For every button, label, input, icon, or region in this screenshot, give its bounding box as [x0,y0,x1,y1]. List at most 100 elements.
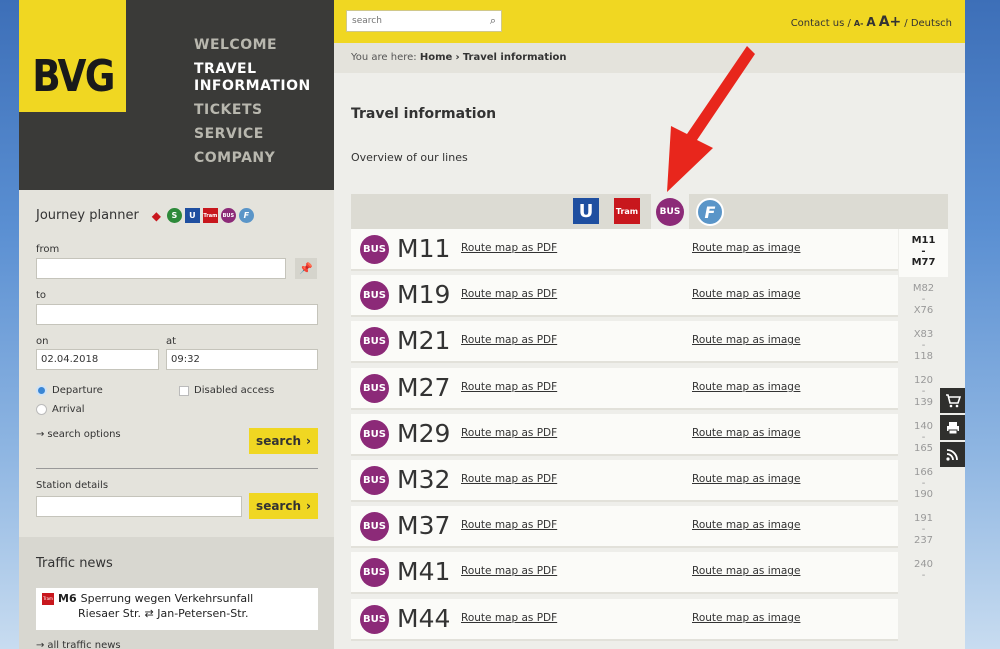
line-row: BUS M41 Route map as PDF Route map as image [351,552,898,595]
tab-ferry[interactable]: F [696,198,724,226]
rss-icon[interactable] [940,442,965,467]
line-row: BUS M29 Route map as PDF Route map as image [351,413,898,456]
route-pdf-link[interactable]: Route map as PDF [461,612,557,624]
journey-search-label: search [256,434,301,448]
contact-link[interactable]: Contact us / [791,18,851,29]
range-separator: - [921,524,926,535]
route-pdf-link[interactable]: Route map as PDF [461,565,557,577]
nav-service[interactable]: SERVICE [194,126,304,143]
bus-badge-icon: BUS [360,465,389,495]
line-name: M37 [397,511,451,541]
bus-badge-icon: BUS [360,373,389,403]
range-item[interactable]: 191-237 [899,507,948,553]
route-pdf-link[interactable]: Route map as PDF [461,288,557,300]
range-separator: - [921,246,926,257]
page-title: Travel information [351,106,497,122]
route-image-link[interactable]: Route map as image [692,381,800,393]
print-icon[interactable] [940,415,965,440]
site-search: ⌕ [346,10,502,32]
bus-badge-icon: BUS [360,419,389,449]
range-separator: - [921,340,926,351]
search-options-link[interactable]: → search options [36,429,121,440]
range-from: 120 [913,375,934,386]
at-label: at [166,336,177,347]
station-details-label: Station details [36,480,109,491]
bus-badge-icon: BUS [360,281,389,311]
line-name: M27 [397,372,451,402]
line-name: M41 [397,557,451,587]
on-label: on [36,336,49,347]
bvg-logo[interactable]: BVG [19,0,126,112]
route-image-link[interactable]: Route map as image [692,427,800,439]
route-image-link[interactable]: Route map as image [692,565,800,577]
station-search-label: search [256,499,301,513]
mode-icons: ◆ S U Tram BUS F [149,208,254,223]
radio-unchecked-icon [36,404,47,415]
from-input[interactable] [36,258,286,279]
route-image-link[interactable]: Route map as image [692,334,800,346]
range-to: 237 [913,535,934,546]
range-separator: - [921,478,926,489]
departure-radio[interactable]: Departure [36,385,103,396]
tram-icon: Tram [202,208,218,223]
arrival-radio[interactable]: Arrival [36,404,85,415]
tab-tram[interactable]: Tram [614,198,640,224]
route-pdf-link[interactable]: Route map as PDF [461,381,557,393]
journey-search-button[interactable]: search › [249,428,318,454]
date-input[interactable] [36,349,159,370]
pin-icon[interactable]: 📌 [295,258,317,279]
language-link[interactable]: / Deutsch [904,18,952,29]
u-bahn-icon: U [184,208,200,223]
route-pdf-link[interactable]: Route map as PDF [461,334,557,346]
top-bar: ⌕ Contact us / A- A A+ / Deutsch [334,0,965,43]
page: BVG WELCOME TRAVEL INFORMATION TICKETS S… [19,0,965,649]
breadcrumb-current: Travel information [462,52,567,63]
traffic-news-item[interactable]: Tram M6 Sperrung wegen Verkehrsunfall Ri… [36,588,318,630]
font-size-small[interactable]: A- [854,19,864,28]
line-row: BUS M37 Route map as PDF Route map as image [351,506,898,549]
station-search-button[interactable]: search › [249,493,318,519]
range-item[interactable]: 240- [899,553,948,599]
bus-badge-icon: BUS [360,235,389,264]
route-pdf-link[interactable]: Route map as PDF [461,519,557,531]
route-pdf-link[interactable]: Route map as PDF [461,427,557,439]
font-size-large[interactable]: A+ [879,14,902,30]
breadcrumb-home[interactable]: Home [420,52,452,63]
nav-tickets[interactable]: TICKETS [194,102,304,119]
line-name: M29 [397,418,451,448]
tab-u-bahn[interactable]: U [573,198,599,224]
disabled-access-checkbox[interactable]: Disabled access [179,385,274,396]
search-icon[interactable]: ⌕ [490,14,496,28]
nav-company[interactable]: COMPANY [194,150,304,167]
site-search-input[interactable] [352,16,478,26]
route-pdf-link[interactable]: Route map as PDF [461,473,557,485]
nav-travel-information[interactable]: TRAVEL INFORMATION [194,61,310,95]
to-input[interactable] [36,304,318,325]
line-row: BUS M27 Route map as PDF Route map as image [351,367,898,410]
range-item[interactable]: M82- X76 [899,277,948,323]
lines-list: BUS M11 Route map as PDF Route map as image… [351,229,898,645]
chevron-right-icon: › [306,499,311,513]
route-image-link[interactable]: Route map as image [692,473,800,485]
route-image-link[interactable]: Route map as image [692,242,800,254]
station-input[interactable] [36,496,242,517]
range-item[interactable]: X83-118 [899,323,948,369]
page-subtitle: Overview of our lines [351,151,468,164]
range-to: 190 [913,489,934,500]
route-image-link[interactable]: Route map as image [692,612,800,624]
traffic-text: Sperrung wegen Verkehrsunfall [80,592,254,605]
breadcrumb-separator: › [455,52,460,63]
route-pdf-link[interactable]: Route map as PDF [461,242,557,254]
nav-welcome[interactable]: WELCOME [194,37,304,54]
route-image-link[interactable]: Route map as image [692,288,800,300]
logo-text: BVG [31,51,115,102]
all-traffic-news-link[interactable]: → all traffic news [36,640,121,649]
range-item[interactable]: M11- M77 [899,229,948,277]
bus-badge-icon: BUS [360,512,389,542]
traffic-line: M6 [58,592,77,605]
route-image-link[interactable]: Route map as image [692,519,800,531]
cart-icon[interactable] [940,388,965,413]
from-label: from [36,244,60,255]
time-input[interactable] [166,349,318,370]
font-size-medium[interactable]: A [866,15,875,29]
